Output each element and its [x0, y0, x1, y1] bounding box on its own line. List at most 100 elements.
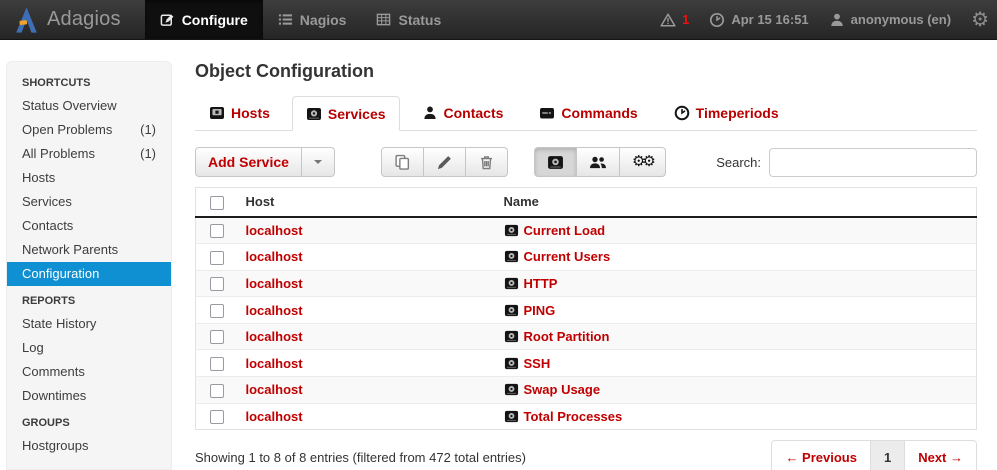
page-title: Object Configuration: [195, 61, 977, 82]
sidebar-heading-reports: REPORTS: [7, 286, 171, 312]
host-link[interactable]: localhost: [246, 223, 303, 238]
sidebar-item-label: Hosts: [22, 170, 55, 186]
row-checkbox[interactable]: [210, 277, 224, 291]
nav-item-label: Nagios: [300, 12, 347, 28]
host-link[interactable]: localhost: [246, 249, 303, 264]
sidebar-item-open-problems[interactable]: Open Problems (1): [7, 118, 171, 142]
table-footer: Showing 1 to 8 of 8 entries (filtered fr…: [195, 440, 977, 470]
username: anonymous (en): [851, 12, 951, 27]
table-row: localhost Current Load: [196, 217, 977, 244]
clock-indicator[interactable]: Apr 15 16:51: [709, 12, 808, 28]
service-link[interactable]: SSH: [524, 356, 551, 371]
sidebar-item-all-problems[interactable]: All Problems (1): [7, 142, 171, 166]
adagios-brand[interactable]: Adagios: [8, 0, 127, 39]
row-checkbox[interactable]: [210, 410, 224, 424]
add-service-button[interactable]: Add Service: [195, 147, 302, 177]
sidebar-item-log[interactable]: Log: [7, 336, 171, 360]
contacts-view-button[interactable]: [577, 147, 620, 177]
nav-item-label: Configure: [182, 12, 248, 28]
copy-button[interactable]: [381, 147, 424, 177]
service-icon: [504, 249, 519, 264]
people-icon: [589, 154, 607, 171]
previous-page-button[interactable]: ← Previous: [772, 441, 870, 470]
service-icon: [504, 409, 519, 424]
contact-icon: [422, 105, 438, 121]
sidebar-item-configuration[interactable]: Configuration: [7, 262, 171, 286]
table-header-row: Host Name: [196, 188, 977, 217]
nav-item-status[interactable]: Status: [361, 0, 456, 39]
adagios-logo-icon: [14, 6, 39, 34]
trash-icon: [478, 154, 495, 171]
service-link[interactable]: Total Processes: [524, 409, 623, 424]
service-icon: [306, 106, 322, 122]
sidebar-item-hosts[interactable]: Hosts: [7, 166, 171, 190]
clock-icon: [674, 105, 690, 121]
service-icon: [504, 382, 519, 397]
sidebar-item-contacts[interactable]: Contacts: [7, 214, 171, 238]
search-input[interactable]: [769, 148, 977, 177]
row-checkbox[interactable]: [210, 357, 224, 371]
tab-label: Commands: [561, 105, 637, 121]
sidebar-item-downtimes[interactable]: Downtimes: [7, 384, 171, 408]
service-link[interactable]: Current Load: [524, 223, 606, 238]
table-toolbar: Add Service: [195, 147, 977, 177]
service-icon: [547, 154, 564, 171]
service-link[interactable]: Root Partition: [524, 329, 610, 344]
settings-view-button[interactable]: ⚙⚙: [620, 147, 666, 177]
nav-item-configure[interactable]: Configure: [145, 0, 263, 39]
table-row: localhost Total Processes: [196, 403, 977, 430]
sidebar-item-state-history[interactable]: State History: [7, 312, 171, 336]
sidebar-item-hostgroups[interactable]: Hostgroups: [7, 434, 171, 458]
row-checkbox[interactable]: [210, 304, 224, 318]
tab-label: Hosts: [231, 105, 270, 121]
tab-hosts[interactable]: Hosts: [195, 96, 284, 130]
row-checkbox[interactable]: [210, 384, 224, 398]
host-link[interactable]: localhost: [246, 329, 303, 344]
settings-gear-icon[interactable]: ⚙: [971, 10, 989, 30]
current-page-button[interactable]: 1: [870, 441, 904, 470]
next-page-button[interactable]: Next →: [904, 441, 976, 470]
service-link[interactable]: PING: [524, 303, 556, 318]
sidebar-item-status-overview[interactable]: Status Overview: [7, 94, 171, 118]
sidebar-item-services[interactable]: Services: [7, 190, 171, 214]
sidebar-item-label: Configuration: [22, 266, 99, 282]
tab-timeperiods[interactable]: Timeperiods: [660, 96, 793, 130]
warning-triangle-icon: [660, 12, 676, 28]
table-row: localhost Swap Usage: [196, 376, 977, 403]
view-switch-group: ⚙⚙: [534, 147, 666, 177]
services-view-button[interactable]: [534, 147, 577, 177]
user-menu[interactable]: anonymous (en): [829, 12, 951, 28]
nav-item-nagios[interactable]: Nagios: [263, 0, 362, 39]
object-type-tabs: Hosts Services: [195, 96, 977, 131]
sidebar-item-label: State History: [22, 316, 96, 332]
sidebar: SHORTCUTS Status Overview Open Problems …: [6, 61, 172, 470]
edit-button[interactable]: [424, 147, 466, 177]
tab-services[interactable]: Services: [292, 96, 400, 131]
select-all-checkbox[interactable]: [210, 196, 224, 210]
adagios-app: Adagios Configure: [0, 0, 997, 470]
sidebar-item-comments[interactable]: Comments: [7, 360, 171, 384]
sidebar-item-network-parents[interactable]: Network Parents: [7, 238, 171, 262]
tab-commands[interactable]: Commands: [525, 96, 651, 130]
host-link[interactable]: localhost: [246, 409, 303, 424]
table-row: localhost PING: [196, 297, 977, 324]
sidebar-item-label: Comments: [22, 364, 85, 380]
row-checkbox[interactable]: [210, 330, 224, 344]
host-link[interactable]: localhost: [246, 382, 303, 397]
add-service-dropdown-button[interactable]: [302, 147, 335, 177]
service-link[interactable]: Swap Usage: [524, 382, 601, 397]
sidebar-item-label: Network Parents: [22, 242, 118, 258]
host-link[interactable]: localhost: [246, 276, 303, 291]
service-link[interactable]: HTTP: [524, 276, 558, 291]
add-service-group: Add Service: [195, 147, 335, 177]
service-link[interactable]: Current Users: [524, 249, 611, 264]
column-header-host: Host: [238, 188, 496, 217]
row-checkbox[interactable]: [210, 224, 224, 238]
host-link[interactable]: localhost: [246, 356, 303, 371]
delete-button[interactable]: [466, 147, 508, 177]
alerts-indicator[interactable]: 1: [660, 12, 689, 28]
sidebar-item-label: Downtimes: [22, 388, 86, 404]
tab-contacts[interactable]: Contacts: [408, 96, 518, 130]
host-link[interactable]: localhost: [246, 303, 303, 318]
row-checkbox[interactable]: [210, 251, 224, 265]
